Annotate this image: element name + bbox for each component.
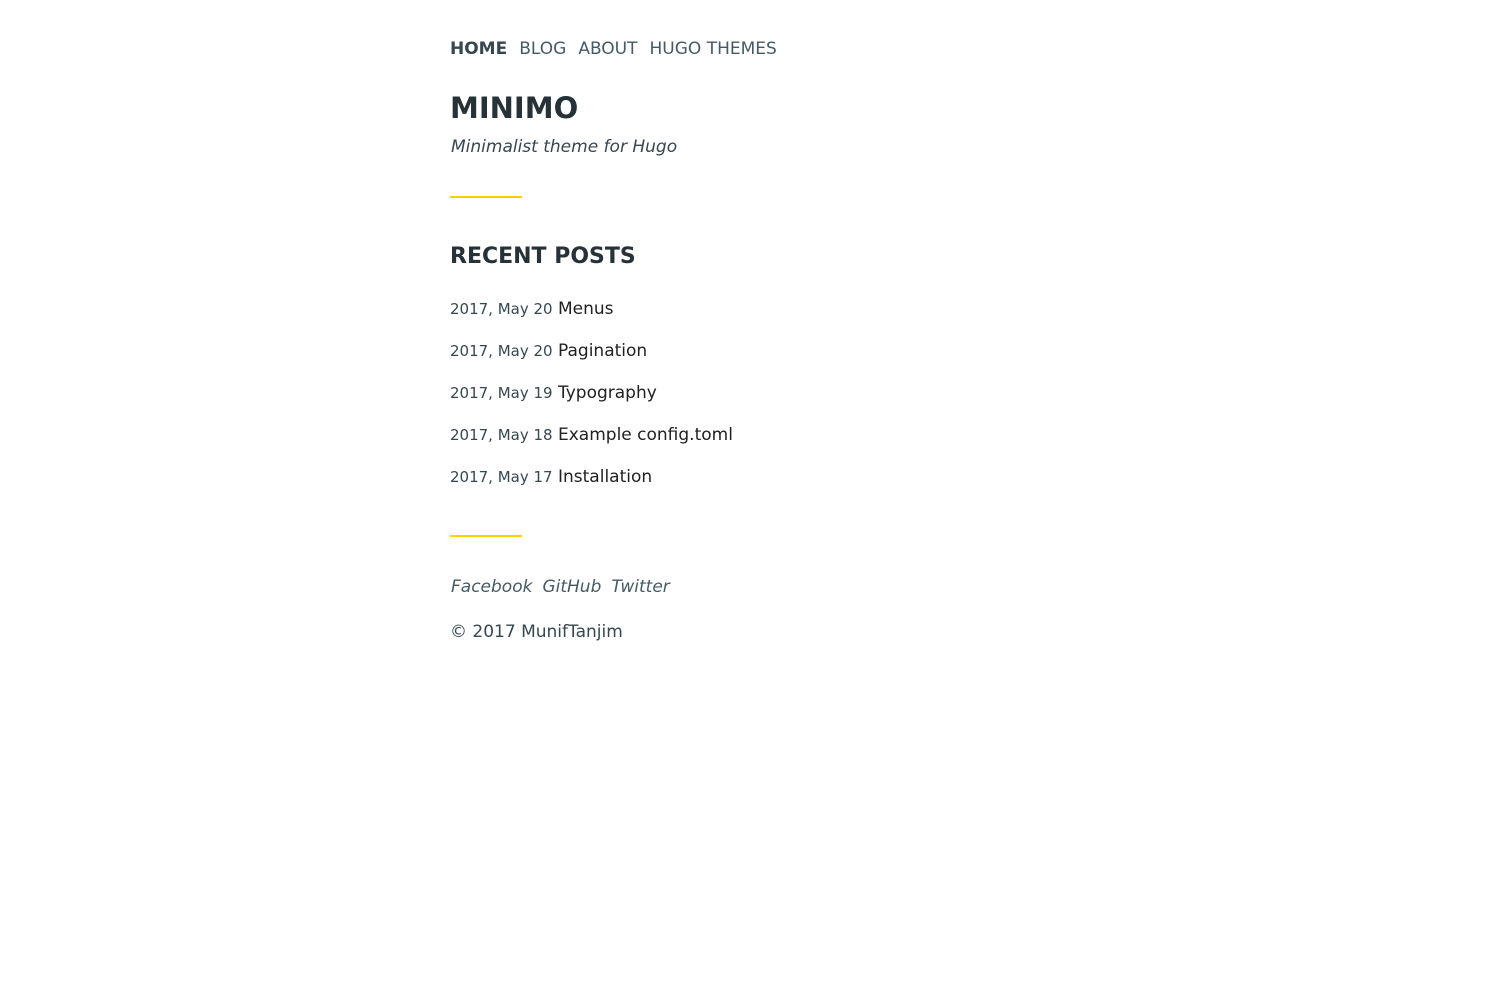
list-item: 2017, May 20 Menus (450, 298, 733, 340)
social-link-github[interactable]: GitHub (542, 576, 601, 598)
recent-posts-heading: RECENT POSTS (450, 244, 636, 269)
post-link[interactable]: Pagination (558, 340, 647, 362)
social-link-twitter[interactable]: Twitter (611, 576, 669, 598)
list-item: 2017, May 20 Pagination (450, 340, 733, 382)
header-divider (450, 196, 522, 198)
post-link[interactable]: Example config.toml (558, 424, 733, 446)
post-date: 2017, May 19 (450, 384, 553, 402)
nav-item-home[interactable]: HOME (450, 38, 507, 60)
nav-item-hugo-themes[interactable]: HUGO THEMES (650, 38, 777, 60)
post-date: 2017, May 18 (450, 426, 553, 444)
post-link[interactable]: Menus (558, 298, 614, 320)
post-link[interactable]: Installation (558, 466, 652, 488)
post-date: 2017, May 17 (450, 468, 553, 486)
post-date: 2017, May 20 (450, 300, 553, 318)
social-links: Facebook GitHub Twitter (451, 576, 670, 598)
post-date: 2017, May 20 (450, 342, 553, 360)
main-nav: HOME BLOG ABOUT HUGO THEMES (450, 38, 777, 60)
site-title[interactable]: MINIMO (450, 90, 578, 126)
nav-item-about[interactable]: ABOUT (578, 38, 637, 60)
recent-posts-list: 2017, May 20 Menus 2017, May 20 Paginati… (450, 298, 733, 508)
list-item: 2017, May 17 Installation (450, 466, 733, 508)
site-description: Minimalist theme for Hugo (451, 137, 678, 157)
social-link-facebook[interactable]: Facebook (451, 576, 532, 598)
copyright: © 2017 MunifTanjim (450, 622, 623, 642)
list-item: 2017, May 18 Example config.toml (450, 424, 733, 466)
post-link[interactable]: Typography (558, 382, 657, 404)
list-item: 2017, May 19 Typography (450, 382, 733, 424)
nav-item-blog[interactable]: BLOG (519, 38, 566, 60)
footer-divider (450, 535, 522, 537)
